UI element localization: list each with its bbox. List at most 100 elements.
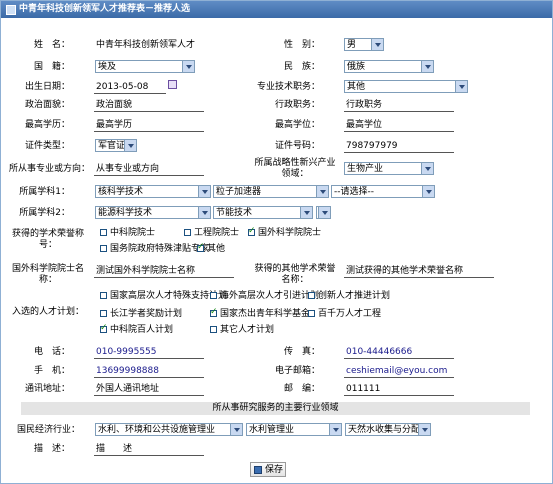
save-icon [254,466,262,474]
admin-post-label: 行政职务： [274,100,320,110]
mobile-label: 手 机： [33,366,70,376]
form-icon [6,5,16,15]
save-button[interactable]: 保存 [250,462,286,477]
phone-input[interactable]: 010-9995555 [96,347,157,358]
mobile-input[interactable]: 13699998888 [96,366,159,377]
chevron-down-icon [300,207,312,218]
other-honor-input[interactable]: 测试获得的其他学术荣誉名称 [346,266,463,277]
education-label: 最高学历： [24,120,70,130]
section-header: 所从事研究服务的主要行业领域 [21,402,530,415]
honor-label-3: 国务院政府特殊津贴专家 [110,244,210,254]
birth-input[interactable]: 2013-05-08 [96,82,148,93]
chevron-down-icon [230,424,242,435]
chevron-down-icon [455,81,467,92]
id-no-input[interactable]: 798797979 [346,141,398,152]
chevron-down-icon [124,140,136,151]
honor-checkbox-0[interactable] [100,229,107,236]
discipline2-b-select[interactable]: 节能技术 [213,206,313,219]
plan-checkbox-4[interactable] [210,307,218,317]
chevron-down-icon [198,186,210,197]
honor-label-4: 其他 [207,244,226,254]
foreign-label: 国外科学院院士名 称： [11,264,84,285]
honor-label-0: 中科院院士 [110,228,156,238]
plan-checkbox-5[interactable] [308,310,315,317]
plan-label-1: 海外高层次人才引进计划 [220,291,320,301]
gender-select[interactable]: 男 [344,38,384,51]
industry-c-select[interactable]: 天然水收集与分配 [345,423,431,436]
birth-label: 出生日期： [24,82,70,92]
honor-checkbox-4[interactable] [197,242,205,252]
honor-label: 获得的学术荣誉称 号： [11,229,84,250]
honor-checkbox-2[interactable] [248,226,256,236]
field-input[interactable]: 从事专业或方向 [96,164,159,175]
fax-input[interactable]: 010-44446666 [346,347,412,358]
email-label: 电子邮箱： [274,366,320,376]
chevron-down-icon [371,39,383,50]
honor-checkbox-3[interactable] [100,245,107,252]
honor-checkbox-1[interactable] [184,229,191,236]
plan-label-7: 其它人才计划 [220,325,275,335]
chevron-down-icon [418,424,430,435]
page-title: 中青年科技创新领军人才推荐表－推荐人选 [19,4,191,14]
plan-checkbox-1[interactable] [210,292,217,299]
discipline2-a-select[interactable]: 能源科学技术 [95,206,211,219]
email-input[interactable]: ceshiemail@eyou.com [346,366,447,377]
prof-title-select[interactable]: 其他 [344,80,468,93]
id-type-label: 证件类型： [24,141,70,151]
fax-label: 传 真： [283,347,320,357]
degree-input[interactable]: 最高学位 [346,120,382,131]
postcode-input[interactable]: 011111 [346,384,380,395]
industry-a-select[interactable]: 水利、环境和公共设施管理业 [95,423,243,436]
gender-label: 性 别： [283,40,320,50]
address-label: 通讯地址： [24,384,70,394]
nationality-select[interactable]: 埃及 [95,60,195,73]
chevron-down-icon [329,424,341,435]
education-input[interactable]: 最高学历 [96,120,132,131]
discipline2-label: 所属学科2： [19,208,70,218]
postcode-label: 邮 编： [283,384,320,394]
chevron-down-icon [182,61,194,72]
strategic-select[interactable]: 生物产业 [344,162,434,175]
chevron-down-icon [316,186,328,197]
id-type-select[interactable]: 军官证 [95,139,137,152]
description-input[interactable]: 描 述 [96,444,132,455]
industry-b-select[interactable]: 水利管理业 [246,423,342,436]
plan-label-2: 创新人才推进计划 [318,291,391,301]
ethnicity-label: 民 族： [283,62,320,72]
chevron-down-icon [318,207,330,218]
chevron-down-icon [198,207,210,218]
plan-label-6: 中科院百人计划 [110,325,174,335]
plan-checkbox-2[interactable] [308,292,315,299]
chevron-down-icon [422,186,434,197]
plan-checkbox-6[interactable] [100,323,108,333]
plan-checkbox-7[interactable] [210,326,217,333]
admin-post-input[interactable]: 行政职务 [346,100,382,111]
discipline1-b-select[interactable]: 粒子加速器 [213,185,329,198]
plan-label-4: 国家杰出青年科学基金 [220,309,311,319]
field-label: 所从事专业或方向： [8,164,90,174]
discipline1-a-select[interactable]: 核科学技术 [95,185,211,198]
industry-label: 国民经济行业： [16,425,80,435]
political-input[interactable]: 政治面貌 [96,100,132,111]
plan-label-5: 百千万人才工程 [318,309,382,319]
id-no-label: 证件号码： [274,141,320,151]
plan-checkbox-3[interactable] [100,310,107,317]
address-input[interactable]: 外国人通讯地址 [96,384,159,395]
honor-label-1: 工程院院士 [194,228,240,238]
discipline1-c-select[interactable]: --请选择-- [331,185,435,198]
foreign-input[interactable]: 测试国外科学院院士名称 [96,266,195,277]
discipline2-c-select[interactable] [316,206,331,219]
ethnicity-select[interactable]: 俄族 [344,60,434,73]
plan-checkbox-0[interactable] [100,292,107,299]
title-bar: 中青年科技创新领军人才推荐表－推荐人选 [1,1,552,18]
name-label: 姓 名： [33,40,70,50]
honor-label-2: 国外科学院院士 [258,228,322,238]
prof-title-label: 专业技术职务： [256,82,320,92]
name-value: 中青年科技创新领军人才 [96,40,196,50]
phone-label: 电 话： [33,347,70,357]
political-label: 政治面貌： [24,100,70,110]
calendar-icon[interactable] [168,80,177,89]
discipline1-label: 所属学科1： [19,187,70,197]
chevron-down-icon [421,163,433,174]
save-button-label: 保存 [265,465,284,475]
